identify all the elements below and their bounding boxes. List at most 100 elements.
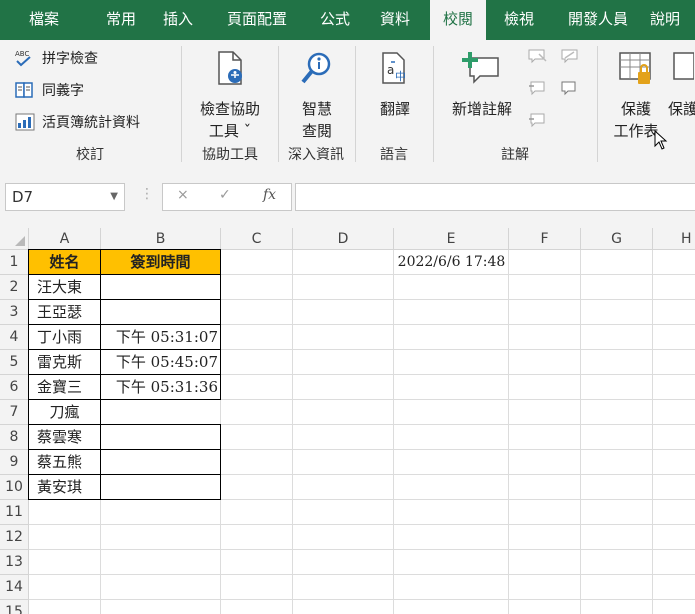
cell-a6[interactable]: 金寶三	[28, 374, 101, 400]
cell-e1[interactable]: 2022/6/6 17:48	[394, 250, 509, 275]
row-header-11[interactable]: 11	[0, 500, 29, 525]
tab-view[interactable]: 檢視	[493, 0, 545, 40]
tab-page-layout[interactable]: 頁面配置	[216, 0, 298, 40]
protect-workbook-icon	[672, 50, 695, 92]
cell-a3[interactable]: 王亞瑟	[28, 299, 101, 325]
show-comments-icon	[561, 49, 578, 64]
smart-lookup-label-1: 智慧	[301, 100, 332, 118]
thesaurus-button[interactable]: 同義字	[14, 78, 84, 102]
tab-insert[interactable]: 插入	[152, 0, 204, 40]
new-comment-button[interactable]: 新增註解	[440, 50, 524, 120]
cell-a9[interactable]: 蔡五熊	[28, 449, 101, 475]
thesaurus-label: 同義字	[42, 83, 84, 99]
cell-b6[interactable]: 下午 05:31:36	[100, 374, 221, 400]
enter-icon[interactable]: ✓	[219, 187, 231, 203]
cell-b7[interactable]	[100, 399, 221, 425]
row-header-10[interactable]: 10	[0, 475, 29, 500]
column-header-e[interactable]: E	[394, 228, 509, 250]
gridline	[29, 574, 695, 575]
row-header-9[interactable]: 9	[0, 450, 29, 475]
row-header-15[interactable]: 15	[0, 600, 29, 614]
column-header-f[interactable]: F	[509, 228, 581, 250]
protect-sheet-button[interactable]: 保護 工作表	[604, 50, 668, 142]
column-header-a[interactable]: A	[29, 228, 101, 250]
group-label-language: 語言	[380, 147, 408, 163]
row-header-3[interactable]: 3	[0, 300, 29, 325]
row-header-14[interactable]: 14	[0, 575, 29, 600]
row-header-2[interactable]: 2	[0, 275, 29, 300]
tab-review[interactable]: 校閱	[430, 0, 486, 40]
row-header-12[interactable]: 12	[0, 525, 29, 550]
protect-sheet-label-1: 保護	[620, 100, 651, 118]
show-all-comments-button[interactable]	[525, 110, 549, 136]
smart-lookup-button[interactable]: 智慧 查閱	[284, 50, 350, 142]
gridline	[292, 250, 293, 614]
column-header-g[interactable]: G	[581, 228, 653, 250]
row-header-13[interactable]: 13	[0, 550, 29, 575]
column-header-b[interactable]: B	[101, 228, 221, 250]
row-header-5[interactable]: 5	[0, 350, 29, 375]
cell-b3[interactable]	[100, 299, 221, 325]
row-header-4[interactable]: 4	[0, 325, 29, 350]
svg-text:中: 中	[395, 70, 406, 83]
check-accessibility-button[interactable]: 檢查協助 工具 ˇ	[190, 50, 270, 142]
formula-input[interactable]	[295, 183, 695, 211]
cell-a5[interactable]: 雷克斯	[28, 349, 101, 375]
name-box[interactable]: D7 ▼	[5, 183, 125, 211]
spelling-check-icon: ABC	[14, 48, 36, 68]
tab-file[interactable]: 檔案	[18, 0, 70, 40]
row-header-7[interactable]: 7	[0, 400, 29, 425]
tab-data[interactable]: 資料	[369, 0, 421, 40]
group-label-comments: 註解	[501, 147, 529, 163]
previous-comment-button[interactable]	[525, 78, 549, 104]
next-comment-button[interactable]	[558, 78, 582, 104]
spreadsheet-grid[interactable]: A B C D E F G H 1 2 3 4 5 6 7 8 9 10 11 …	[0, 228, 695, 614]
cell-a4[interactable]: 丁小雨	[28, 324, 101, 350]
column-header-h[interactable]: H	[653, 228, 695, 250]
column-header-d[interactable]: D	[293, 228, 394, 250]
tab-home[interactable]: 常用	[95, 0, 147, 40]
insert-function-icon[interactable]: fx	[263, 187, 276, 203]
check-accessibility-label-1: 檢查協助	[199, 100, 260, 118]
select-all-corner[interactable]	[0, 228, 29, 250]
cell-b2[interactable]	[100, 274, 221, 300]
row-header-6[interactable]: 6	[0, 375, 29, 400]
cell-b1[interactable]: 簽到時間	[100, 249, 221, 275]
tab-help[interactable]: 說明	[650, 0, 695, 40]
formula-buttons: × ✓ fx	[162, 183, 292, 211]
row-header-1[interactable]: 1	[0, 250, 29, 275]
protect-workbook-label: 保護	[668, 100, 695, 118]
previous-comment-icon	[529, 81, 545, 96]
cell-b5[interactable]: 下午 05:45:07	[100, 349, 221, 375]
delete-comment-button[interactable]	[525, 46, 549, 72]
spelling-button[interactable]: ABC 拼字檢查	[14, 46, 98, 70]
gridline	[393, 250, 394, 614]
cell-b4[interactable]: 下午 05:31:07	[100, 324, 221, 350]
tab-formulas[interactable]: 公式	[309, 0, 361, 40]
new-comment-label: 新增註解	[451, 100, 512, 118]
row-header-8[interactable]: 8	[0, 425, 29, 450]
chevron-down-icon[interactable]: ▼	[110, 184, 118, 210]
group-label-accessibility: 協助工具	[202, 147, 258, 163]
cell-a8[interactable]: 蔡雲寒	[28, 424, 101, 450]
cell-a1[interactable]: 姓名	[28, 249, 101, 275]
show-comments-button[interactable]	[558, 46, 582, 72]
cell-a7[interactable]: 刀瘋	[28, 399, 101, 425]
column-header-c[interactable]: C	[221, 228, 293, 250]
cell-b9[interactable]	[100, 449, 221, 475]
cell-b8[interactable]	[100, 424, 221, 450]
more-vertical-icon: ⋮	[140, 186, 154, 202]
cell-a2[interactable]: 汪大東	[28, 274, 101, 300]
tab-developer[interactable]: 開發人員	[553, 0, 643, 40]
translate-button[interactable]: a中 翻譯	[362, 50, 428, 120]
ribbon-review: ABC 拼字檢查 同義字 活頁簿統計資料 校訂 檢查協助 工具 ˇ 協助工具 智…	[0, 40, 695, 171]
protect-workbook-button[interactable]: 保護	[668, 50, 695, 120]
workbook-statistics-button[interactable]: 活頁簿統計資料	[14, 110, 140, 134]
cell-a10[interactable]: 黃安琪	[28, 474, 101, 500]
gridline	[508, 250, 509, 614]
cell-b10[interactable]	[100, 474, 221, 500]
gridline	[29, 549, 695, 550]
translate-icon: a中	[362, 50, 428, 92]
cancel-icon[interactable]: ×	[177, 187, 189, 203]
ribbon-tab-bar: 檔案 常用 插入 頁面配置 公式 資料 校閱 檢視 開發人員 說明	[0, 0, 695, 40]
